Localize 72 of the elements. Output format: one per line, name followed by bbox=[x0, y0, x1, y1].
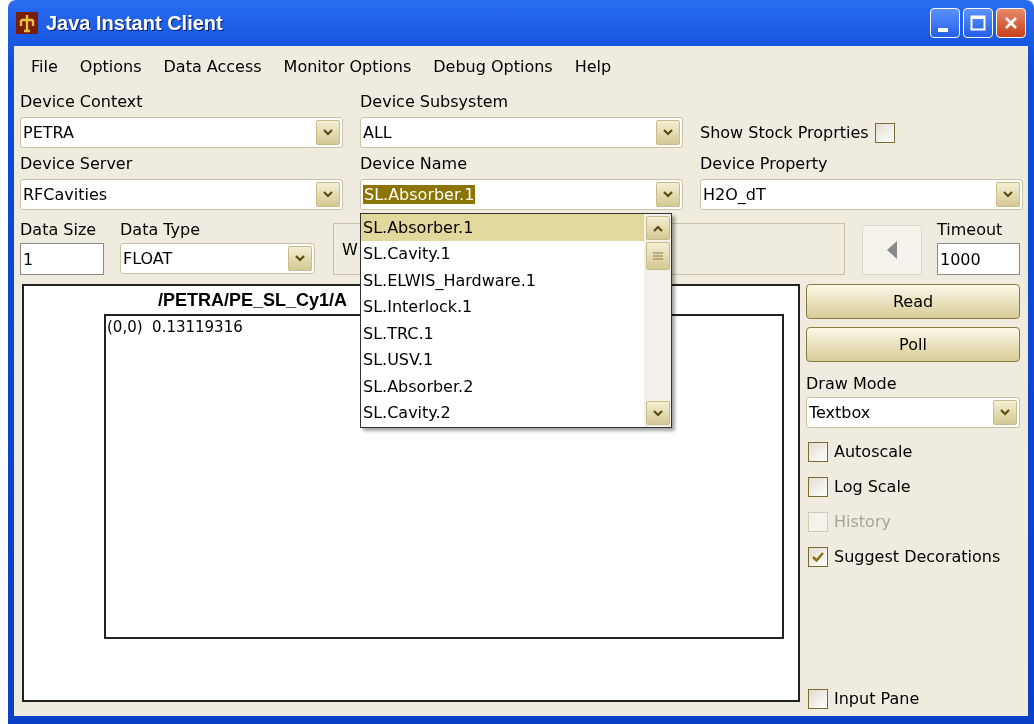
scroll-down-button[interactable] bbox=[645, 401, 670, 425]
action-button[interactable]: Poll bbox=[806, 327, 1020, 362]
data-size-field[interactable]: 1 bbox=[20, 243, 104, 275]
checkbox-label: Log Scale bbox=[834, 477, 911, 496]
list-item[interactable]: SL.Cavity.1 bbox=[361, 240, 644, 267]
menu-item[interactable]: Options bbox=[68, 56, 153, 76]
list-item[interactable]: SL.USV.1 bbox=[361, 346, 644, 373]
action-button[interactable]: Read bbox=[806, 284, 1020, 319]
checkbox[interactable] bbox=[874, 122, 895, 143]
chevron-down-icon bbox=[663, 191, 673, 198]
checkmark-icon bbox=[811, 550, 825, 563]
field-label: Device Property bbox=[700, 153, 829, 175]
close-icon bbox=[1003, 15, 1019, 31]
scroll-thumb[interactable] bbox=[645, 242, 670, 270]
message-text: W bbox=[342, 239, 358, 259]
close-button[interactable] bbox=[996, 8, 1026, 38]
chevron-down-icon bbox=[323, 129, 333, 136]
maximize-button[interactable] bbox=[963, 8, 993, 38]
menu-item[interactable]: Help bbox=[563, 56, 623, 76]
value-line: (0,0) 0.13119316 bbox=[107, 318, 243, 336]
menu-item[interactable]: File bbox=[20, 56, 69, 76]
window-title: Java Instant Client bbox=[46, 11, 224, 35]
device-server-combo[interactable]: RFCavities bbox=[20, 179, 343, 210]
device-context-combo[interactable]: PETRA bbox=[20, 117, 343, 148]
field-label: Device Name bbox=[360, 153, 468, 175]
chevron-down-icon bbox=[323, 191, 333, 198]
back-button[interactable] bbox=[862, 225, 922, 275]
field-label: Device Context bbox=[20, 91, 144, 113]
device-name-combo[interactable]: SL.Absorber.1 bbox=[360, 179, 683, 210]
checkbox-label: History bbox=[834, 512, 891, 531]
chevron-up-icon bbox=[652, 224, 663, 232]
checkbox[interactable] bbox=[808, 546, 828, 567]
checkbox-label: Show Stock Proprties bbox=[700, 123, 869, 142]
draw-mode-combo[interactable]: Textbox bbox=[806, 397, 1020, 428]
field-label: Data Size bbox=[20, 218, 98, 241]
list-item[interactable]: SL.Interlock.1 bbox=[361, 293, 644, 320]
checkbox-label: Suggest Decorations bbox=[834, 547, 1001, 566]
chevron-down-icon bbox=[295, 255, 305, 262]
scroll-up-button[interactable] bbox=[645, 216, 670, 240]
plot-title: /PETRA/PE_SL_Cy1/A bbox=[158, 289, 348, 312]
list-item[interactable]: SL.TRC.1 bbox=[361, 320, 644, 347]
list-item[interactable]: SL.Absorber.1 bbox=[361, 214, 644, 241]
left-triangle-icon bbox=[886, 240, 898, 260]
menu-item[interactable]: Data Access bbox=[152, 56, 273, 76]
field-label: Draw Mode bbox=[806, 373, 898, 395]
maximize-icon bbox=[970, 15, 986, 31]
checkbox[interactable] bbox=[808, 688, 828, 709]
list-item[interactable]: SL.ELWIS_Hardware.1 bbox=[361, 267, 644, 294]
grip-icon bbox=[651, 251, 664, 261]
checkbox[interactable] bbox=[808, 476, 828, 497]
chevron-down-icon bbox=[663, 129, 673, 136]
data-type-combo[interactable]: FLOAT bbox=[120, 243, 315, 274]
checkbox[interactable] bbox=[808, 441, 828, 462]
field-label: Device Server bbox=[20, 153, 134, 175]
menu-item[interactable]: Debug Options bbox=[422, 56, 564, 76]
timeout-field[interactable]: 1000 bbox=[937, 243, 1020, 275]
app-icon bbox=[16, 12, 38, 34]
checkbox-label: Autoscale bbox=[834, 442, 913, 461]
checkbox-label: Input Pane bbox=[834, 689, 920, 708]
device-property-combo[interactable]: H2O_dT bbox=[700, 179, 1023, 210]
device-subsystem-combo[interactable]: ALL bbox=[360, 117, 683, 148]
chevron-down-icon bbox=[1003, 191, 1013, 198]
field-label: Device Subsystem bbox=[360, 91, 510, 113]
minimize-button[interactable] bbox=[930, 8, 960, 38]
minimize-icon bbox=[938, 28, 948, 32]
menu-item[interactable]: Monitor Options bbox=[272, 56, 423, 76]
field-label: Data Type bbox=[120, 218, 202, 241]
list-item[interactable]: SL.Absorber.2 bbox=[361, 373, 644, 400]
field-label: Timeout bbox=[937, 218, 1004, 241]
list-item[interactable]: SL.Cavity.2 bbox=[361, 399, 644, 426]
chevron-down-icon bbox=[652, 409, 663, 417]
chevron-down-icon bbox=[1000, 409, 1010, 416]
